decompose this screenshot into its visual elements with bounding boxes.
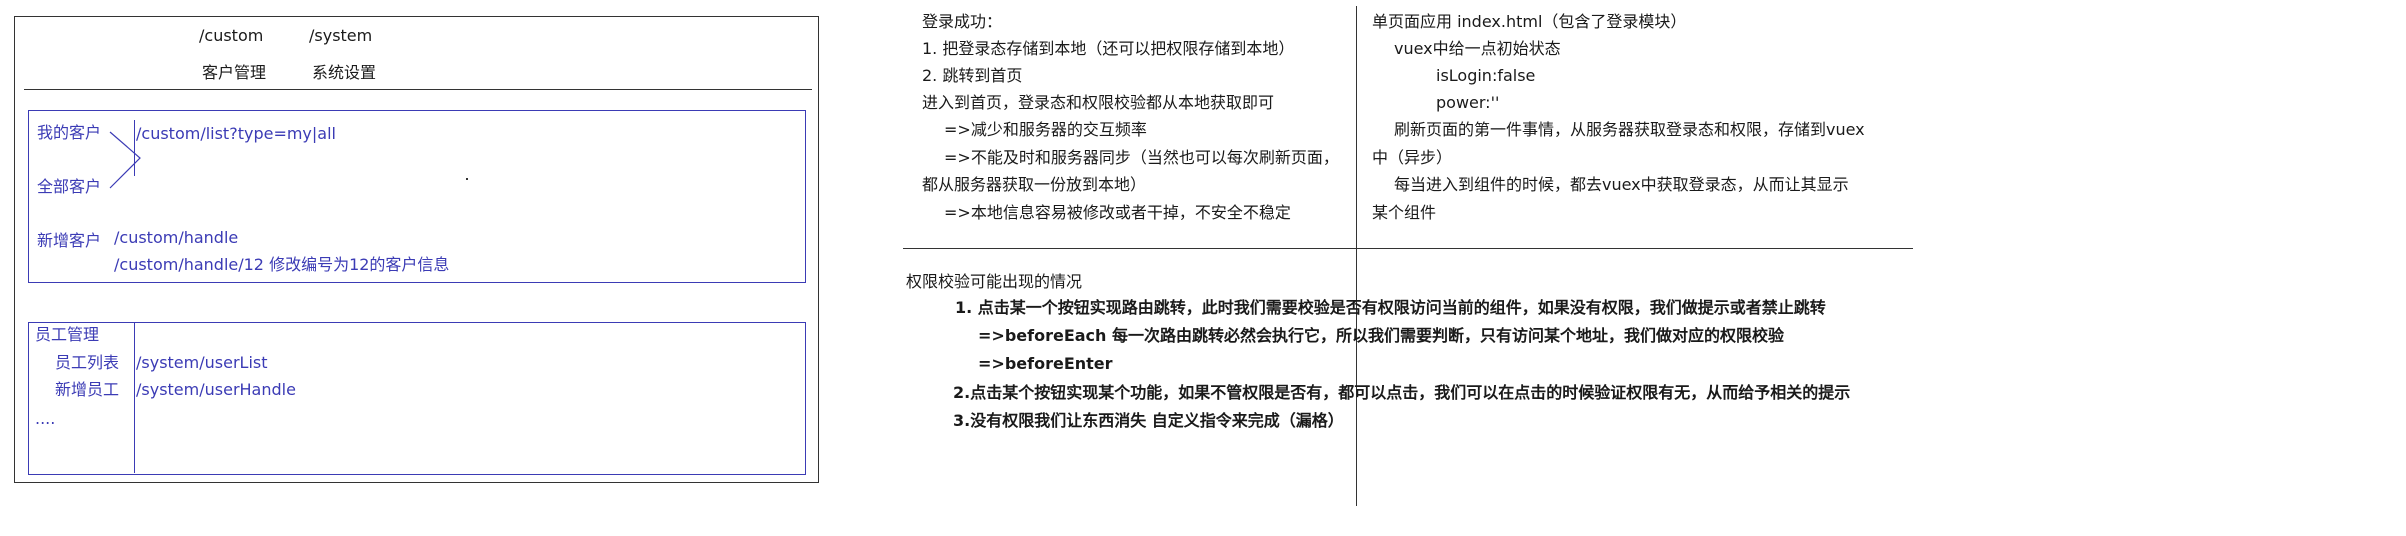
note-bottom-3: =>beforeEnter [978, 354, 1113, 373]
note-bottom-1: 1. 点击某一个按钮实现路由跳转，此时我们需要校验是否有权限访问当前的组件，如果… [955, 298, 1826, 317]
stray-dot [466, 178, 468, 180]
note-left-3: 2. 跳转到首页 [922, 66, 1023, 85]
note-left-4: 进入到首页，登录态和权限校验都从本地获取即可 [922, 93, 1275, 112]
note-right-5: 刷新页面的第一件事情，从服务器获取登录态和权限，存储到vuex [1394, 120, 1865, 139]
header-divider [24, 89, 812, 90]
route-user-list: /system/userList [136, 353, 268, 372]
nav-add-customer: 新增客户 [37, 231, 102, 250]
notes-column-divider [1356, 6, 1357, 506]
route-user-handle: /system/userHandle [136, 380, 296, 399]
note-right-1: 单页面应用 index.html（包含了登录模块） [1372, 12, 1687, 31]
note-right-4: power:'' [1436, 93, 1500, 112]
note-left-8: =>本地信息容易被修改或者干掉，不安全不稳定 [944, 203, 1291, 222]
note-left-2: 1. 把登录态存储到本地（还可以把权限存储到本地） [922, 39, 1295, 58]
note-right-3: isLogin:false [1436, 66, 1536, 85]
route-custom-list: /custom/list?type=my|all [136, 124, 336, 143]
note-left-5: =>减少和服务器的交互频率 [944, 120, 1147, 139]
notes-row-divider [903, 248, 1913, 249]
note-right-7: 每当进入到组件的时候，都去vuex中获取登录态，从而让其显示 [1394, 175, 1849, 194]
note-right-2: vuex中给一点初始状态 [1394, 39, 1561, 58]
nav-add-staff: 新增员工 [55, 380, 120, 399]
nav-staff-management: 员工管理 [35, 325, 100, 344]
route-custom-handle-12: /custom/handle/12 修改编号为12的客户信息 [114, 255, 450, 274]
note-right-6: 中（异步） [1372, 148, 1453, 167]
note-right-8: 某个组件 [1372, 203, 1437, 222]
header-path-system: /system [309, 26, 373, 45]
note-bottom-4: 2.点击某个按钮实现某个功能，如果不管权限是否有，都可以点击，我们可以在点击的时… [953, 383, 1851, 402]
header-path-custom: /custom [199, 26, 264, 45]
header-label-system: 系统设置 [312, 63, 377, 82]
header-label-customer: 客户管理 [202, 63, 267, 82]
staff-panel-divider [134, 323, 135, 473]
nav-staff-list: 员工列表 [55, 353, 120, 372]
notes-bottom-heading: 权限校验可能出现的情况 [906, 272, 1083, 291]
route-custom-handle: /custom/handle [114, 228, 239, 247]
note-left-7: 都从服务器获取一份放到本地） [922, 175, 1147, 194]
nav-my-customers: 我的客户 [37, 123, 102, 142]
nav-all-customers: 全部客户 [37, 177, 102, 196]
note-bottom-5: 3.没有权限我们让东西消失 自定义指令来完成（漏格） [953, 411, 1344, 430]
note-left-1: 登录成功： [922, 12, 1003, 31]
note-left-6: =>不能及时和服务器同步（当然也可以每次刷新页面， [944, 148, 1339, 167]
note-bottom-2: =>beforeEach 每一次路由跳转必然会执行它，所以我们需要判断，只有访问… [978, 326, 1784, 345]
nav-more: .... [35, 409, 56, 428]
